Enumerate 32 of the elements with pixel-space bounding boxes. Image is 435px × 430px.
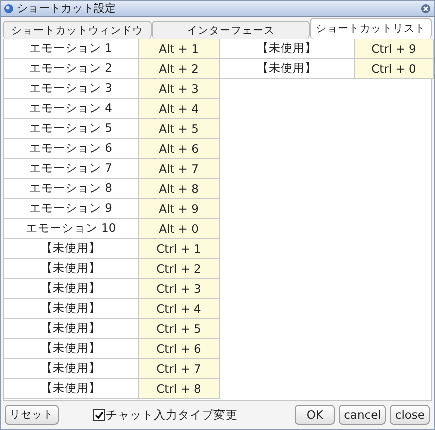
- window-title: ショートカット設定: [17, 1, 117, 16]
- reset-button[interactable]: リセット: [5, 405, 59, 425]
- close-icon[interactable]: [421, 4, 431, 14]
- key-cell[interactable]: Alt + 8: [139, 179, 220, 199]
- dialog-button[interactable]: close: [390, 405, 430, 425]
- key-cell[interactable]: Alt + 7: [139, 159, 220, 179]
- key-cell[interactable]: Alt + 2: [139, 59, 220, 79]
- key-cell[interactable]: Alt + 9: [139, 199, 220, 219]
- key-cell[interactable]: Alt + 4: [139, 99, 220, 119]
- key-cell[interactable]: Alt + 0: [139, 219, 220, 239]
- tab[interactable]: ショートカットリスト: [310, 18, 432, 39]
- key-cell[interactable]: Ctrl + 9: [355, 39, 434, 59]
- key-cell[interactable]: Ctrl + 5: [139, 319, 220, 339]
- tab[interactable]: ショートカットウィンドウ: [3, 21, 152, 39]
- checkbox-label[interactable]: チャット入力タイプ変更: [106, 408, 238, 422]
- key-cell[interactable]: Ctrl + 3: [139, 279, 220, 299]
- dialog-button[interactable]: OK: [295, 405, 336, 425]
- dialog-button[interactable]: cancel: [339, 405, 386, 425]
- key-cell[interactable]: Ctrl + 6: [139, 339, 220, 359]
- key-cell[interactable]: Ctrl + 4: [139, 299, 220, 319]
- key-cell[interactable]: Ctrl + 1: [139, 239, 220, 259]
- key-cell[interactable]: Ctrl + 7: [139, 359, 220, 379]
- key-cell[interactable]: Ctrl + 0: [355, 59, 434, 79]
- key-cell[interactable]: Ctrl + 2: [139, 259, 220, 279]
- tab[interactable]: インターフェース: [152, 21, 310, 39]
- window-icon: [4, 4, 14, 14]
- key-cell[interactable]: Alt + 1: [139, 39, 220, 59]
- key-cell[interactable]: Ctrl + 8: [139, 379, 220, 399]
- checkbox[interactable]: [93, 409, 105, 421]
- key-cell[interactable]: Alt + 3: [139, 79, 220, 99]
- key-cell[interactable]: Alt + 6: [139, 139, 220, 159]
- key-cell[interactable]: Alt + 5: [139, 119, 220, 139]
